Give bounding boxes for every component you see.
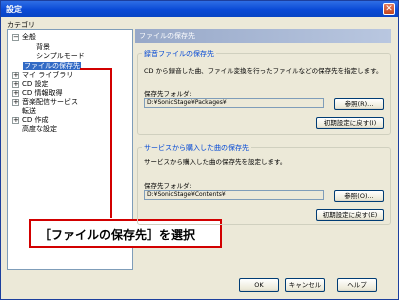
tree-item-cd-settings[interactable]: CD 設定 — [22, 80, 49, 88]
purchased-files-group: サービスから購入した曲の保存先 サービスから購入した曲の保存先を設定します。 保… — [137, 143, 391, 225]
callout-text: ［ファイルの保存先］を選択 — [39, 228, 196, 242]
group-title: 録音ファイルの保存先 — [142, 49, 216, 59]
group-title: サービスから購入した曲の保存先 — [142, 143, 251, 153]
reset-button[interactable]: 初期設定に戻す(E) — [316, 209, 384, 221]
expand-icon[interactable]: + — [12, 72, 19, 79]
panel-header: ファイルの保存先 — [135, 29, 391, 43]
help-button[interactable]: ヘルプ — [337, 278, 377, 292]
recorded-files-group: 録音ファイルの保存先 CD から録音した曲、ファイル変換を行ったファイルなどの保… — [137, 49, 391, 135]
tree-item-advanced[interactable]: 高度な設定 — [22, 125, 57, 133]
folder-field[interactable]: D:¥SonicStage¥Packages¥ — [144, 98, 324, 108]
settings-dialog: 設定 ✕ カテゴリ − 全般 背景 シンプルモード ファイルの保存先 + マイ … — [0, 0, 399, 300]
collapse-icon[interactable]: − — [12, 34, 19, 41]
expand-icon[interactable]: + — [12, 81, 19, 88]
tree-item-file-location[interactable]: ファイルの保存先 — [23, 62, 81, 70]
expand-icon[interactable]: + — [12, 90, 19, 97]
tree-item-cd-burn[interactable]: CD 作成 — [22, 116, 49, 124]
title-bar[interactable]: 設定 ✕ — [1, 1, 398, 17]
tree-item-my-library[interactable]: マイ ライブラリ — [22, 71, 73, 79]
folder-field[interactable]: D:¥SonicStage¥Contents¥ — [144, 190, 324, 200]
window-title: 設定 — [6, 5, 22, 14]
group-description: CD から録音した曲、ファイル変換を行ったファイルなどの保存先を指定します。 — [144, 67, 383, 75]
reset-button[interactable]: 初期設定に戻す(I) — [316, 117, 384, 129]
tree-item-general[interactable]: 全般 — [22, 33, 36, 41]
group-description: サービスから購入した曲の保存先を設定します。 — [144, 158, 287, 166]
browse-button[interactable]: 参照(R)... — [334, 98, 384, 110]
folder-label: 保存先フォルダ: — [144, 182, 192, 190]
expand-icon[interactable]: + — [12, 117, 19, 124]
callout-line — [80, 68, 111, 70]
tree-item-cd-info[interactable]: CD 情報取得 — [22, 89, 63, 97]
tree-item-transfer[interactable]: 転送 — [22, 107, 36, 115]
tree-item-simple-mode[interactable]: シンプルモード — [36, 52, 85, 60]
tree-item-music-service[interactable]: 音楽配信サービス — [22, 98, 78, 106]
browse-button[interactable]: 参照(O)... — [334, 190, 384, 202]
ok-button[interactable]: OK — [239, 278, 279, 292]
cancel-button[interactable]: キャンセル — [285, 278, 325, 292]
close-button[interactable]: ✕ — [383, 3, 395, 15]
close-icon: ✕ — [385, 4, 393, 14]
tree-item-background[interactable]: 背景 — [36, 43, 50, 51]
folder-label: 保存先フォルダ: — [144, 90, 192, 98]
expand-icon[interactable]: + — [12, 99, 19, 106]
panel-title: ファイルの保存先 — [139, 32, 195, 40]
callout-line — [110, 68, 112, 218]
